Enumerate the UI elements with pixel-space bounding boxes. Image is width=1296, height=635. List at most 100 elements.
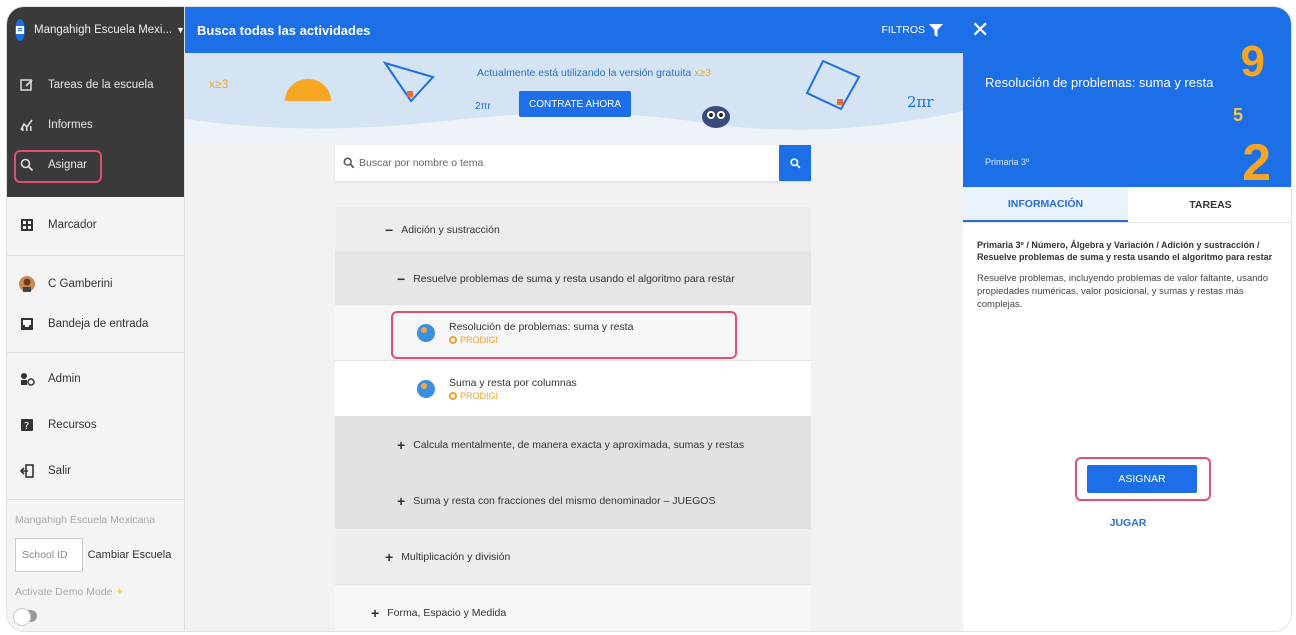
inbox-icon bbox=[19, 316, 35, 332]
school-switcher[interactable]: Mangahigh Escuela Mexi... ▼ bbox=[7, 7, 185, 53]
panel-header: ✕ Resolución de problemas: suma y resta … bbox=[963, 7, 1291, 187]
activity-highlight-outline bbox=[391, 311, 737, 359]
sidebar-item-label: Tareas de la escuela bbox=[48, 79, 154, 91]
sidebar-item-reports[interactable]: Informes bbox=[7, 105, 184, 145]
tree-topic-label: Multiplicación y división bbox=[401, 550, 511, 563]
sidebar-item-logout[interactable]: Salir bbox=[7, 451, 184, 491]
search-icon bbox=[789, 157, 800, 168]
expand-icon: + bbox=[397, 436, 406, 453]
expand-icon: + bbox=[385, 548, 394, 565]
deco-digit: 9 bbox=[1240, 37, 1265, 86]
tree-subtopic-open[interactable]: − Resuelve problemas de suma y resta usa… bbox=[335, 253, 811, 305]
school-id-row: School ID Cambiar Escuela bbox=[15, 538, 176, 572]
grid-icon bbox=[19, 217, 35, 233]
chart-icon bbox=[19, 117, 35, 133]
sidebar-item-resources[interactable]: ? Recursos bbox=[7, 405, 184, 445]
sidebar-item-school-tasks[interactable]: Tareas de la escuela bbox=[7, 65, 184, 105]
tab-information[interactable]: INFORMACIÓN bbox=[963, 187, 1128, 222]
sun-decoration bbox=[285, 79, 331, 101]
filters-button[interactable]: FILTROS bbox=[881, 23, 943, 37]
tree-subtopic-label: Suma y resta con fracciones del mismo de… bbox=[413, 494, 716, 507]
collapse-icon: − bbox=[385, 221, 394, 238]
panel-tabs: INFORMACIÓN TAREAS bbox=[963, 187, 1291, 223]
curriculum-tree: − Adición y sustracción − Resuelve probl… bbox=[335, 207, 811, 631]
tree-subtopic-label: Resuelve problemas de suma y resta usand… bbox=[413, 272, 735, 285]
assign-highlight-outline bbox=[14, 150, 102, 183]
triangle-decoration bbox=[382, 61, 435, 103]
school-name: Mangahigh Escuela Mexi... bbox=[34, 24, 173, 36]
edit-icon bbox=[19, 77, 35, 93]
search-icon bbox=[343, 157, 355, 169]
expand-icon: + bbox=[371, 604, 380, 621]
sidebar-footer: Mangahigh Escuela Mexicana School ID Cam… bbox=[7, 504, 184, 626]
page-title: Busca todas las actividades bbox=[197, 22, 371, 38]
sidebar-secondary-nav: Marcador C Gamberini Bandeja de entrada bbox=[7, 197, 184, 626]
grade-label: Primaria 3º bbox=[985, 157, 1030, 167]
tree-topic-closed[interactable]: + Multiplicación y división bbox=[335, 529, 811, 585]
logout-icon bbox=[19, 463, 35, 479]
search-input[interactable]: Buscar por nombre o tema bbox=[359, 157, 779, 169]
upgrade-button[interactable]: CONTRATE AHORA bbox=[519, 91, 631, 117]
curriculum-path: Primaria 3º / Número, Álgebra y Variació… bbox=[977, 240, 1273, 263]
deco-math-mid: 2πr bbox=[475, 101, 491, 112]
sidebar-item-label: Informes bbox=[48, 119, 93, 131]
main-content: Busca todas las actividades FILTROS x≥3 … bbox=[185, 7, 963, 631]
divider bbox=[7, 499, 184, 500]
activity-description: Resuelve problemas, incluyendo problemas… bbox=[977, 273, 1268, 310]
deco-digit: 5 bbox=[1232, 105, 1243, 125]
main-header: Busca todas las actividades FILTROS bbox=[185, 7, 963, 53]
activity-detail-panel: ✕ Resolución de problemas: suma y resta … bbox=[963, 7, 1291, 631]
deco-digit: 2 bbox=[1242, 134, 1271, 187]
square-decoration bbox=[805, 59, 861, 111]
sidebar: Mangahigh Escuela Mexi... ▼ Tareas de la… bbox=[7, 7, 185, 631]
resources-icon: ? bbox=[19, 417, 35, 433]
activity-title: Suma y resta por columnas bbox=[449, 376, 577, 389]
sidebar-item-label: Bandeja de entrada bbox=[48, 318, 149, 330]
sparkle-icon: ✦ bbox=[115, 586, 125, 598]
game-ball-icon bbox=[417, 379, 435, 398]
tree-topic-open[interactable]: − Adición y sustracción bbox=[335, 207, 811, 253]
divider bbox=[7, 255, 184, 256]
sidebar-item-label: C Gamberini bbox=[48, 278, 113, 290]
activity-search: Buscar por nombre o tema bbox=[335, 145, 811, 181]
upgrade-banner: x≥3 Actualmente está utilizando la versi… bbox=[185, 53, 963, 141]
filters-label: FILTROS bbox=[881, 24, 925, 36]
monster-decoration bbox=[702, 106, 730, 128]
tree-topic-label: Adición y sustracción bbox=[401, 223, 500, 236]
school-id-field[interactable]: School ID bbox=[15, 538, 83, 572]
assign-button-highlight-outline bbox=[1075, 457, 1211, 501]
divider bbox=[7, 352, 184, 353]
demo-mode-toggle[interactable] bbox=[13, 608, 37, 626]
tree-topic-label: Forma, Espacio y Medida bbox=[387, 606, 507, 619]
svg-text:?: ? bbox=[24, 421, 29, 432]
sidebar-item-admin[interactable]: Admin bbox=[7, 359, 184, 399]
sidebar-item-leaderboard[interactable]: Marcador bbox=[7, 205, 184, 245]
tree-subtopic-closed[interactable]: + Suma y resta con fracciones del mismo … bbox=[335, 473, 811, 529]
tree-topic-closed[interactable]: + Forma, Espacio y Medida bbox=[335, 585, 811, 631]
expand-icon: + bbox=[397, 492, 406, 509]
activity-item[interactable]: Suma y resta por columnas PRODIGI bbox=[335, 361, 811, 417]
play-link[interactable]: JUGAR bbox=[963, 517, 1291, 529]
prodigi-badge: PRODIGI bbox=[449, 391, 577, 401]
deco-math-right: 2πr bbox=[907, 93, 934, 111]
demo-mode-label: Activate Demo Mode ✦ bbox=[15, 586, 125, 598]
tab-tasks[interactable]: TAREAS bbox=[1128, 187, 1291, 222]
sidebar-item-label: Salir bbox=[48, 465, 72, 477]
change-school-button[interactable]: Cambiar Escuela bbox=[83, 538, 176, 572]
admin-icon bbox=[19, 371, 35, 387]
school-icon bbox=[15, 19, 25, 41]
panel-title: Resolución de problemas: suma y resta bbox=[985, 75, 1214, 90]
sidebar-item-label: Admin bbox=[48, 373, 81, 385]
sidebar-item-profile[interactable]: C Gamberini bbox=[7, 264, 184, 304]
search-button[interactable] bbox=[779, 145, 811, 181]
tree-subtopic-closed[interactable]: + Calcula mentalmente, de manera exacta … bbox=[335, 417, 811, 473]
avatar-icon bbox=[19, 276, 35, 292]
collapse-icon: − bbox=[397, 270, 406, 287]
tree-subtopic-label: Calcula mentalmente, de manera exacta y … bbox=[413, 438, 745, 451]
close-icon[interactable]: ✕ bbox=[971, 17, 989, 43]
sidebar-item-inbox[interactable]: Bandeja de entrada bbox=[7, 304, 184, 344]
footer-school-name: Mangahigh Escuela Mexicana bbox=[15, 514, 156, 526]
caret-down-icon: ▼ bbox=[176, 25, 185, 35]
deco-math-left: x≥3 bbox=[209, 77, 229, 91]
sidebar-item-label: Marcador bbox=[48, 219, 97, 231]
